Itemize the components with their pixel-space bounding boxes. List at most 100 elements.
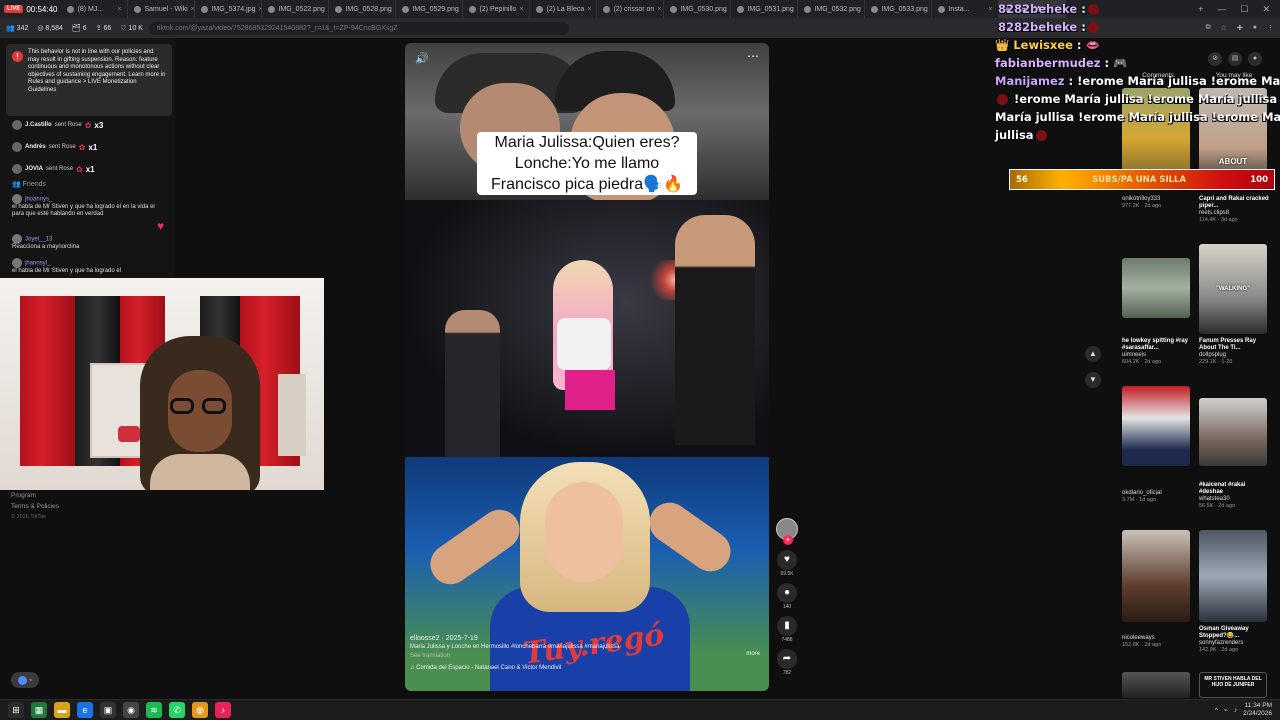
spotify-icon[interactable]: ≋ [146, 702, 162, 718]
browser-tab[interactable]: (2) Pepinillo × [463, 0, 531, 18]
recording-indicator: LIVE 00:54:40 [0, 0, 61, 18]
volume-icon[interactable]: ♪ [1234, 707, 1237, 714]
os-taskbar: ⊞ ▦ ▬ e ▣ ◉ ≋ ✆ ◍ ♪ ^ ⌁ ♪ 11:34 PM 2/24/… [0, 699, 1280, 720]
creator-avatar[interactable] [776, 518, 798, 545]
program-link[interactable]: Program [11, 490, 59, 501]
tab-favicon-icon [938, 5, 946, 13]
music-track[interactable]: ♫ Comida del Espacio - Natanael Cano & V… [410, 664, 764, 673]
browser-tab[interactable]: IMG_0533.png× [865, 0, 933, 18]
chat-line: Manijamez : !erome María jullisa !erome … [995, 74, 1280, 88]
tab-favicon-icon [603, 5, 611, 13]
chat-comment: Joyel__13 Reacciona a maynorclina [12, 234, 162, 251]
browser-tab[interactable]: (8) MJ... × [61, 0, 129, 18]
url-field[interactable]: tiktok.com/@yaza/video/75286853292415408… [148, 21, 569, 35]
spreadsheet-icon[interactable]: ▦ [31, 702, 47, 718]
browser-tab[interactable]: Samuel - Wiki × [128, 0, 196, 18]
browser-tab[interactable]: IMG_0532.png× [798, 0, 866, 18]
network-icon[interactable]: ⌁ [1224, 706, 1228, 714]
chat-comment: jhoannys_ el habla de Mr Stiven y que ha… [12, 194, 162, 218]
store-icon[interactable]: ▣ [100, 702, 116, 718]
chat-line: 👑 Lewisxee : 👄 [995, 38, 1100, 52]
volume-icon[interactable]: 🔊 [415, 52, 429, 65]
tab-favicon-icon [402, 5, 410, 13]
crown-icon: 👑 [995, 38, 1010, 52]
rose-icon: ✿ [84, 120, 92, 130]
chat-line: jullisa [995, 126, 1280, 144]
tab-favicon-icon [469, 5, 477, 13]
related-video-caption[interactable]: okdiario_oficial 3.7M · 1d ago [1122, 490, 1194, 504]
chrome-icon[interactable]: ◍ [192, 702, 208, 718]
tab-favicon-icon [871, 5, 879, 13]
related-video-thumbnail[interactable] [1199, 530, 1267, 622]
avatar [12, 194, 22, 204]
see-more-link[interactable]: more [746, 650, 760, 659]
related-video-caption[interactable]: Osman Giveaway Stopped?😂... sonnyfazrende… [1199, 626, 1271, 654]
close-icon[interactable]: × [191, 6, 195, 13]
chevron-up-icon[interactable]: ^ [1215, 707, 1218, 714]
related-video-thumbnail[interactable] [1199, 398, 1267, 466]
share-icon[interactable]: ➦ [777, 649, 797, 669]
related-video-thumbnail[interactable] [1122, 530, 1190, 622]
more-options-icon[interactable]: ⋯ [747, 49, 759, 63]
chevron-down-icon[interactable]: ▼ [1085, 372, 1101, 388]
screen: LIVE 00:54:40 (8) MJ... × Samuel - Wiki × … [0, 0, 1280, 720]
edge-icon[interactable]: e [77, 702, 93, 718]
related-video-thumbnail[interactable] [1122, 386, 1190, 466]
gifts-count: 🗂 6 [71, 25, 87, 32]
browser-tab[interactable]: IMG_0522.png× [262, 0, 330, 18]
shares-count: ⇪ 66 [95, 25, 112, 32]
tab-favicon-icon [536, 5, 544, 13]
related-video-caption[interactable]: nicoleeways 152.8K · 2d ago [1122, 635, 1194, 649]
browser-tab[interactable]: IMG_0530.png× [664, 0, 732, 18]
tiktok-icon[interactable]: ♪ [215, 702, 231, 718]
video-author[interactable]: elloosse2 · 2025-7-19 [410, 634, 764, 643]
close-icon[interactable]: × [519, 6, 523, 13]
related-video-thumbnail[interactable]: MR STIVEN HABLA DEL HIJO DE JUNIFER [1199, 672, 1267, 698]
browser-tab[interactable]: IMG_0528.png× [329, 0, 397, 18]
related-video-thumbnail[interactable] [1122, 258, 1190, 318]
browser-tab[interactable]: IMG_0531.png× [731, 0, 799, 18]
bookmark-icon[interactable]: ▮ [777, 616, 797, 636]
video-action-rail: ♥ 69.5K ● 140 ▮ 7488 ➦ 782 [775, 518, 799, 676]
video-caption: Maria Julissa:Quien eres? Lonche:Yo me l… [477, 132, 697, 195]
gift-event: JOVIA sent Rose ✿ x1 [12, 164, 95, 174]
close-icon[interactable]: × [657, 6, 661, 13]
related-video-caption[interactable]: #kaicenat #rakai #deshae whatstea30 56.5K … [1199, 482, 1271, 510]
gift-event: J.Castillo sent Rose ✿ x3 [12, 120, 103, 130]
comment-count: 140 [782, 604, 792, 610]
related-video-caption[interactable]: Fanum Presses Ray About The Ti... dollpsp… [1199, 338, 1271, 366]
related-video-caption[interactable]: Capri and Rakai cracked piper... reels.cl… [1199, 196, 1271, 224]
chat-line: María jullisa !erome María jullisa !erom… [995, 110, 1280, 124]
subs-current: 56 [1016, 174, 1028, 185]
related-video-thumbnail[interactable]: "WALKING" [1199, 244, 1267, 334]
save-count: 7488 [781, 637, 793, 643]
clock[interactable]: 11:34 PM 2/24/2026 [1243, 702, 1272, 718]
close-icon[interactable]: × [587, 6, 591, 13]
share-count: 782 [782, 670, 792, 676]
related-video-caption[interactable]: onikotrilloy333 977.2K · 2d ago [1122, 196, 1194, 210]
related-video-caption[interactable]: he lowkey spitting #ray #sarasaffar... ui… [1122, 338, 1194, 366]
video-panel-night [405, 200, 769, 457]
live-side-panel: ! This behavior is not in line with our … [0, 38, 175, 278]
chat-comment: jhannsyl_ el habla de Mr Stiven y que ha… [12, 258, 162, 275]
chevron-up-icon[interactable]: ▲ [1085, 346, 1101, 362]
browser-tab[interactable]: Insta... × [932, 0, 1000, 18]
like-icon[interactable]: ♥ [777, 550, 797, 570]
see-translation-link[interactable]: See translation [410, 652, 764, 661]
browser-tab[interactable]: IMG_5374.jpg × [195, 0, 263, 18]
comment-icon[interactable]: ● [777, 583, 797, 603]
browser-tab[interactable]: (2) crissor on × [597, 0, 665, 18]
close-icon[interactable]: × [988, 6, 992, 13]
browser-tab[interactable]: IMG_0529.png× [396, 0, 464, 18]
toggle-switch[interactable]: ◦ [11, 672, 39, 688]
whatsapp-icon[interactable]: ✆ [169, 702, 185, 718]
system-tray: ^ ⌁ ♪ 11:34 PM 2/24/2026 [1215, 702, 1280, 718]
close-icon[interactable]: × [117, 6, 121, 13]
video-player[interactable]: Maria Julissa:Quien eres? Lonche:Yo me l… [405, 43, 769, 691]
folder-icon[interactable]: ▬ [54, 702, 70, 718]
obs-icon[interactable]: ◉ [123, 702, 139, 718]
terms-link[interactable]: Terms & Policies [11, 501, 59, 512]
start-icon[interactable]: ⊞ [8, 702, 24, 718]
related-video-thumbnail[interactable] [1122, 672, 1190, 698]
browser-tab[interactable]: (2) La Bleca × [530, 0, 598, 18]
